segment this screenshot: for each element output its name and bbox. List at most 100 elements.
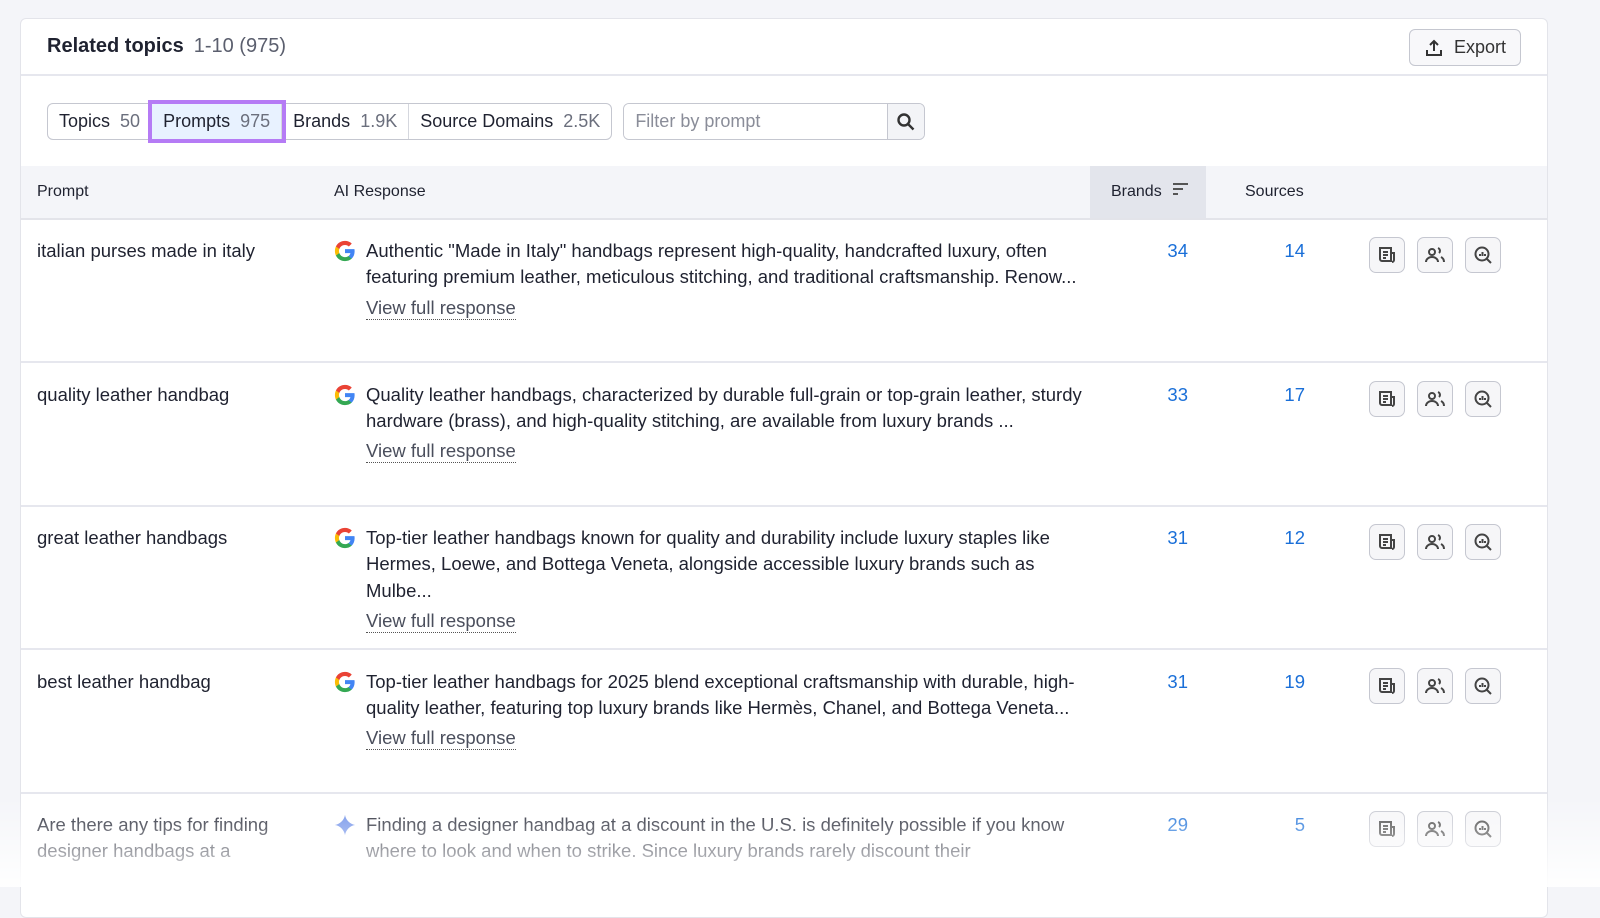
- row-actions: [1369, 667, 1501, 704]
- row-actions: [1369, 524, 1501, 560]
- sources-count[interactable]: 5: [1295, 812, 1305, 838]
- column-header-ai-response[interactable]: AI Response: [334, 166, 426, 218]
- export-button[interactable]: Export: [1409, 29, 1521, 66]
- response-text: Finding a designer handbag at a discount…: [366, 814, 1065, 862]
- brands-count[interactable]: 29: [1167, 812, 1188, 838]
- prompt-text: best leather handbag: [37, 670, 211, 692]
- gemini-icon: [334, 814, 356, 836]
- view-full-response-link[interactable]: View full response: [366, 727, 516, 751]
- filter-by-prompt-input[interactable]: [624, 104, 888, 139]
- related-topics-panel: Related topics 1-10 (975) Export Topics 5…: [20, 18, 1548, 918]
- document-icon: [1379, 534, 1395, 550]
- analyze-search-icon: [1474, 677, 1492, 695]
- document-button[interactable]: [1369, 524, 1405, 560]
- tab-prompts[interactable]: Prompts 975: [148, 100, 287, 143]
- view-full-response-link[interactable]: View full response: [366, 610, 516, 633]
- ai-response: Finding a designer handbag at a discount…: [366, 812, 1086, 865]
- ai-response: Authentic "Made in Italy" handbags repre…: [366, 238, 1086, 321]
- result-range: 1-10 (975): [193, 35, 286, 57]
- tab-count: 50: [120, 111, 141, 131]
- users-icon: [1425, 821, 1445, 837]
- brands-button[interactable]: [1417, 524, 1453, 560]
- response-text: Top-tier leather handbags for 2025 blend…: [366, 670, 1075, 718]
- document-button[interactable]: [1369, 237, 1405, 273]
- sort-icon: [1173, 183, 1189, 195]
- analyze-button[interactable]: [1465, 667, 1501, 704]
- row-actions: [1369, 380, 1501, 417]
- prompt-text: great leather handbags: [37, 527, 228, 548]
- sources-count[interactable]: 14: [1284, 238, 1305, 264]
- table-row: italian purses made in italy Authentic "…: [21, 220, 1547, 363]
- brands-count[interactable]: 33: [1167, 382, 1188, 408]
- brands-button[interactable]: [1417, 237, 1453, 273]
- brands-button[interactable]: [1417, 811, 1453, 847]
- response-text: Authentic "Made in Italy" handbags repre…: [366, 240, 1077, 288]
- document-icon: [1379, 821, 1395, 837]
- tab-label: Brands: [293, 111, 351, 131]
- tab-count: 2.5K: [563, 111, 601, 131]
- analyze-search-icon: [1474, 246, 1492, 264]
- prompt-text: Are there any tips for finding designer …: [37, 814, 269, 861]
- column-header-sources[interactable]: Sources: [1245, 166, 1304, 218]
- ai-response: Quality leather handbags, characterized …: [366, 382, 1086, 465]
- brands-count[interactable]: 34: [1167, 238, 1188, 264]
- users-icon: [1425, 534, 1445, 550]
- tab-label: Prompts: [163, 111, 231, 131]
- filter-bar: Topics 50 Prompts 975 Brands 1.9K Source Domai…: [47, 100, 926, 143]
- prompt-text: italian purses made in italy: [37, 240, 255, 261]
- document-button[interactable]: [1369, 667, 1405, 704]
- table-header: Prompt AI Response Brands Sources: [21, 166, 1547, 220]
- table-row: Are there any tips for finding designer …: [21, 794, 1547, 917]
- document-button[interactable]: [1369, 811, 1405, 847]
- row-actions: [1369, 237, 1501, 273]
- ai-response: Top-tier leather handbags known for qual…: [366, 525, 1086, 634]
- table-row: best leather handbag Top-tier leather ha…: [21, 651, 1547, 794]
- ai-response: Top-tier leather handbags for 2025 blend…: [366, 669, 1086, 752]
- users-icon: [1425, 677, 1445, 693]
- sources-count[interactable]: 19: [1284, 669, 1305, 695]
- document-icon: [1379, 247, 1395, 263]
- upload-icon: [1425, 39, 1442, 56]
- tab-topics[interactable]: Topics 50: [48, 104, 153, 139]
- table-row: great leather handbags Top-tier leather …: [21, 507, 1547, 650]
- analyze-search-icon: [1474, 390, 1492, 408]
- export-label: Export: [1453, 37, 1507, 57]
- prompt-text: quality leather handbag: [37, 383, 230, 405]
- analyze-button[interactable]: [1465, 811, 1501, 847]
- google-icon: [334, 527, 356, 549]
- response-text: Top-tier leather handbags known for qual…: [366, 527, 1050, 601]
- column-header-prompt[interactable]: Prompt: [37, 166, 89, 218]
- tab-count: 1.9K: [360, 111, 398, 131]
- brands-count[interactable]: 31: [1167, 669, 1188, 695]
- view-full-response-link[interactable]: View full response: [366, 297, 516, 320]
- search-icon: [897, 112, 915, 130]
- tab-count: 975: [240, 111, 271, 131]
- analyze-search-icon: [1474, 820, 1492, 838]
- sources-count[interactable]: 17: [1284, 382, 1305, 408]
- google-icon: [334, 240, 356, 262]
- analyze-button[interactable]: [1465, 380, 1501, 417]
- users-icon: [1425, 390, 1445, 406]
- analyze-button[interactable]: [1465, 524, 1501, 560]
- document-icon: [1379, 677, 1395, 694]
- brands-header-label: Brands: [1111, 183, 1162, 200]
- view-tabs: Topics 50 Prompts 975 Brands 1.9K Source Domai…: [47, 100, 613, 143]
- brands-button[interactable]: [1417, 380, 1453, 417]
- row-actions: [1369, 811, 1501, 847]
- google-icon: [334, 671, 356, 693]
- column-header-brands[interactable]: Brands: [1090, 166, 1206, 218]
- search-button[interactable]: [887, 104, 925, 139]
- document-button[interactable]: [1369, 380, 1405, 417]
- brands-button[interactable]: [1417, 667, 1453, 704]
- view-full-response-link[interactable]: View full response: [366, 440, 516, 464]
- users-icon: [1425, 247, 1445, 263]
- google-icon: [334, 384, 356, 406]
- tab-source-domains[interactable]: Source Domains 2.5K: [409, 104, 611, 139]
- sources-count[interactable]: 12: [1284, 525, 1305, 551]
- document-icon: [1379, 390, 1395, 407]
- brands-count[interactable]: 31: [1167, 525, 1188, 551]
- analyze-button[interactable]: [1465, 237, 1501, 273]
- tab-brands[interactable]: Brands 1.9K: [282, 104, 410, 139]
- panel-title: Related topics: [47, 35, 184, 57]
- response-text: Quality leather handbags, characterized …: [366, 383, 1082, 431]
